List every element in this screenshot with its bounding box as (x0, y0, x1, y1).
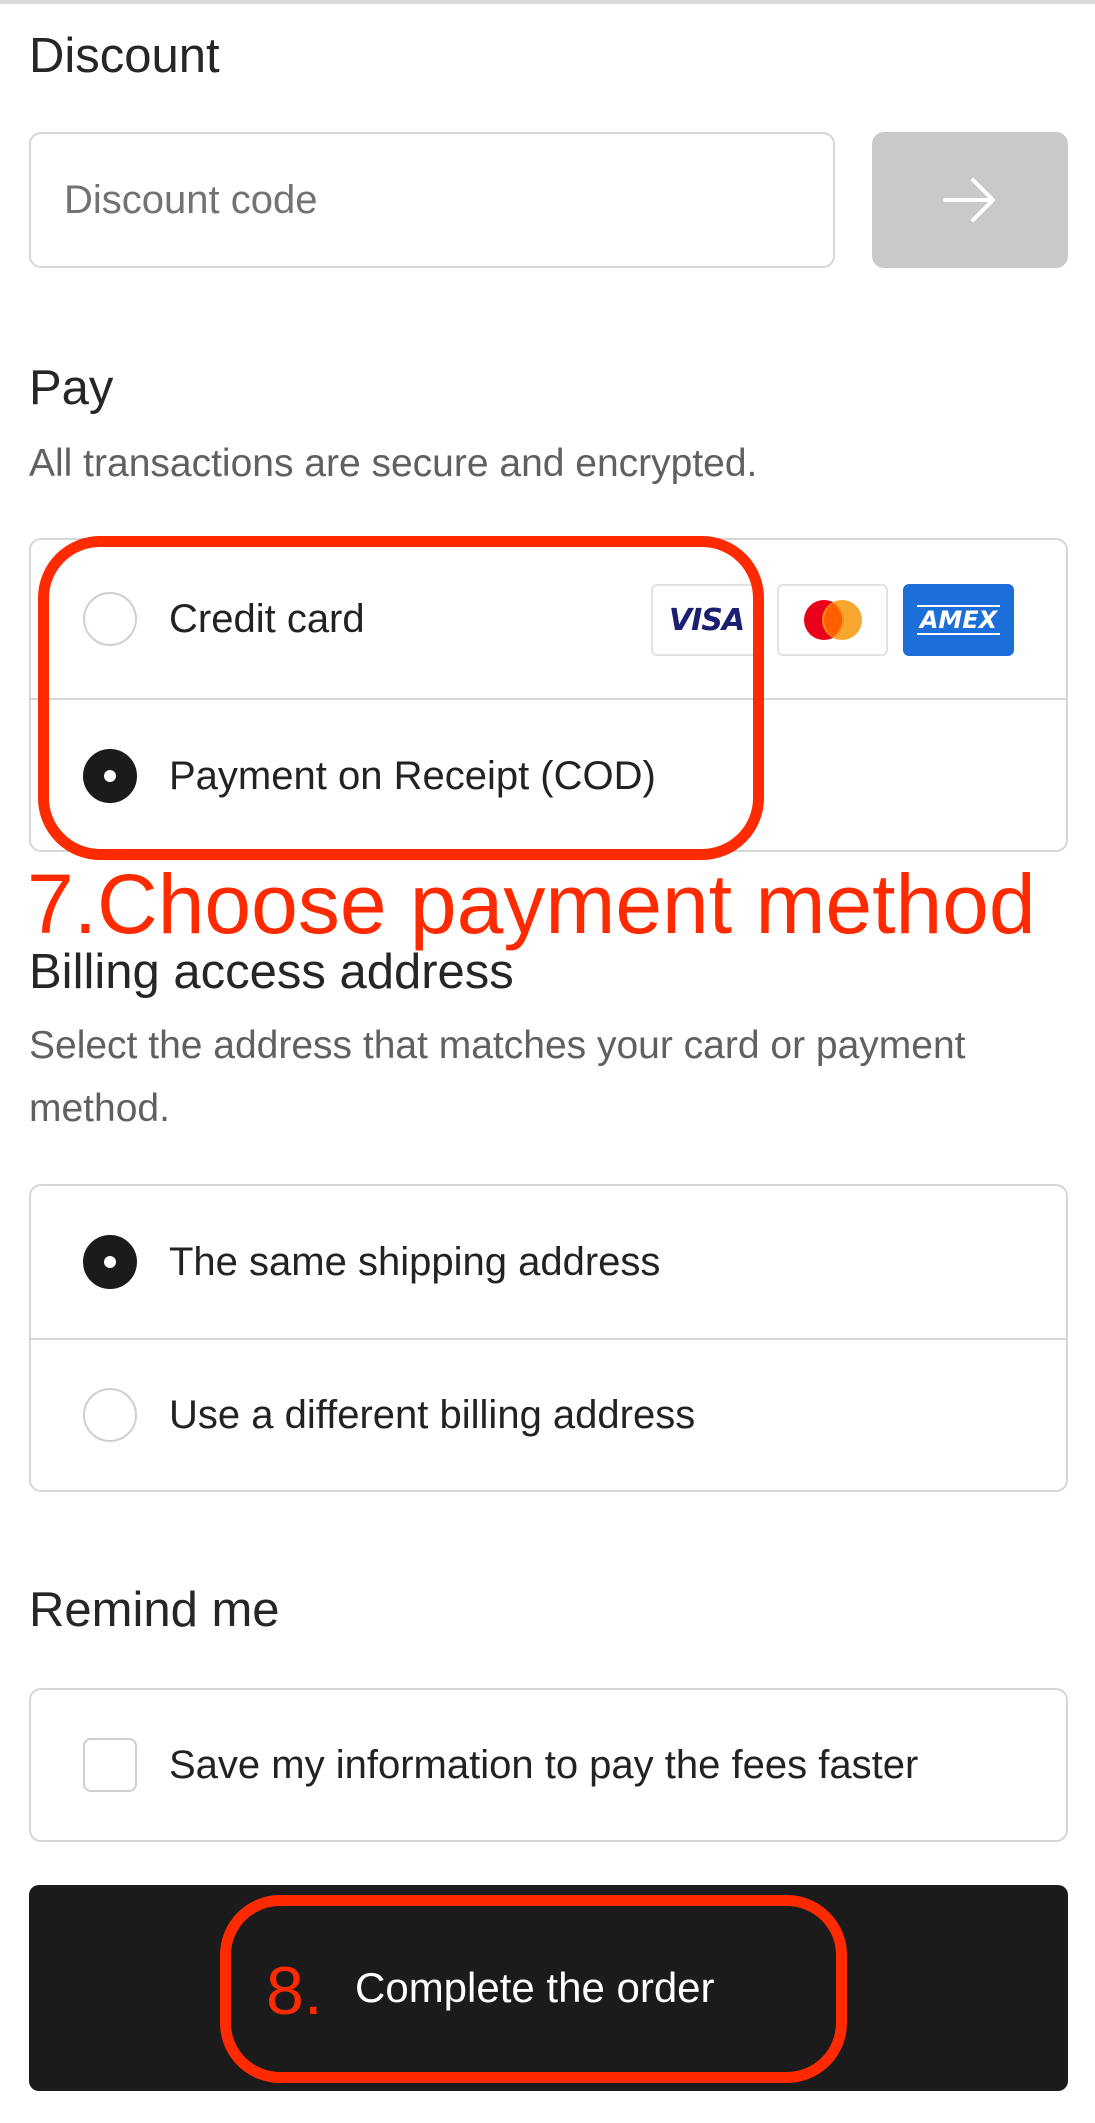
pay-subtitle: All transactions are secure and encrypte… (29, 442, 758, 485)
save-info-checkbox[interactable] (83, 1738, 137, 1792)
billing-option-label: The same shipping address (169, 1239, 661, 1284)
save-info-option[interactable]: Save my information to pay the fees fast… (31, 1690, 1066, 1840)
different-address-radio[interactable] (83, 1388, 137, 1442)
complete-order-label: Complete the order (355, 1964, 715, 2011)
payment-option-label: Credit card (169, 596, 365, 641)
apply-discount-button[interactable] (872, 132, 1068, 268)
payment-option-cod[interactable]: Payment on Receipt (COD) (31, 698, 1066, 850)
billing-option-label: Use a different billing address (169, 1392, 696, 1437)
cod-radio[interactable] (83, 749, 137, 803)
visa-logo-icon: VISA (651, 584, 762, 656)
pay-heading: Pay (29, 361, 114, 415)
amex-logo-icon: AMEX (903, 584, 1014, 656)
annotation-step-7: 7.Choose payment method (27, 857, 1036, 951)
discount-code-input[interactable] (29, 132, 835, 268)
billing-heading: Billing access address (29, 945, 514, 999)
checkout-page: Discount Pay All transactions are secure… (0, 0, 1095, 2123)
same-address-radio[interactable] (83, 1235, 137, 1289)
save-info-label: Save my information to pay the fees fast… (169, 1742, 919, 1787)
remind-me-box: Save my information to pay the fees fast… (29, 1688, 1068, 1842)
remind-heading: Remind me (29, 1583, 280, 1637)
billing-option-different[interactable]: Use a different billing address (31, 1338, 1066, 1490)
mastercard-logo-icon (777, 584, 888, 656)
billing-subtitle: Select the address that matches your car… (29, 1024, 966, 1130)
top-divider (0, 0, 1095, 4)
payment-option-credit-card[interactable]: Credit card VISA AMEX (31, 540, 1066, 698)
payment-method-list: Credit card VISA AMEX Payment on Receipt… (29, 538, 1068, 852)
billing-option-same[interactable]: The same shipping address (31, 1186, 1066, 1338)
credit-card-radio[interactable] (83, 592, 137, 646)
arrow-right-icon (943, 178, 995, 222)
discount-heading: Discount (29, 29, 220, 83)
annotation-step-8: 8. (266, 1953, 323, 2029)
payment-option-label: Payment on Receipt (COD) (169, 753, 656, 798)
billing-address-list: The same shipping address Use a differen… (29, 1184, 1068, 1492)
